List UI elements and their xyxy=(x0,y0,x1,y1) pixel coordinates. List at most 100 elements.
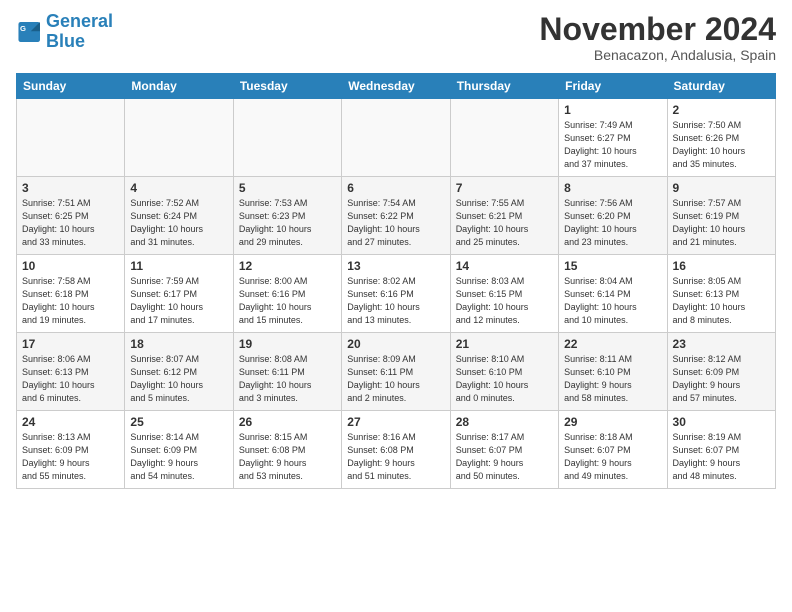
day-number: 21 xyxy=(456,337,553,351)
calendar-cell: 11 Sunrise: 7:59 AMSunset: 6:17 PMDayligh… xyxy=(125,255,233,333)
day-info: Sunrise: 8:02 AMSunset: 6:16 PMDaylight:… xyxy=(347,275,444,327)
week-row-2: 3 Sunrise: 7:51 AMSunset: 6:25 PMDaylight… xyxy=(17,177,776,255)
day-info: Sunrise: 8:10 AMSunset: 6:10 PMDaylight:… xyxy=(456,353,553,405)
day-info: Sunrise: 7:49 AMSunset: 6:27 PMDaylight:… xyxy=(564,119,661,171)
day-number: 28 xyxy=(456,415,553,429)
day-info: Sunrise: 8:07 AMSunset: 6:12 PMDaylight:… xyxy=(130,353,227,405)
day-info: Sunrise: 8:05 AMSunset: 6:13 PMDaylight:… xyxy=(673,275,770,327)
header-monday: Monday xyxy=(125,74,233,99)
week-row-4: 17 Sunrise: 8:06 AMSunset: 6:13 PMDayligh… xyxy=(17,333,776,411)
day-number: 23 xyxy=(673,337,770,351)
day-number: 11 xyxy=(130,259,227,273)
day-number: 24 xyxy=(22,415,119,429)
header-row: SundayMondayTuesdayWednesdayThursdayFrid… xyxy=(17,74,776,99)
day-number: 26 xyxy=(239,415,336,429)
day-info: Sunrise: 8:18 AMSunset: 6:07 PMDaylight:… xyxy=(564,431,661,483)
calendar-cell: 5Sunrise: 7:53 AMSunset: 6:23 PMDaylight… xyxy=(233,177,341,255)
day-info: Sunrise: 7:51 AMSunset: 6:25 PMDaylight:… xyxy=(22,197,119,249)
calendar-cell: 18 Sunrise: 8:07 AMSunset: 6:12 PMDayligh… xyxy=(125,333,233,411)
calendar-cell: 17 Sunrise: 8:06 AMSunset: 6:13 PMDayligh… xyxy=(17,333,125,411)
calendar-cell: 12 Sunrise: 8:00 AMSunset: 6:16 PMDayligh… xyxy=(233,255,341,333)
day-number: 17 xyxy=(22,337,119,351)
logo-icon: G xyxy=(18,22,42,42)
day-info: Sunrise: 8:11 AMSunset: 6:10 PMDaylight:… xyxy=(564,353,661,405)
header-friday: Friday xyxy=(559,74,667,99)
day-info: Sunrise: 8:16 AMSunset: 6:08 PMDaylight:… xyxy=(347,431,444,483)
calendar-cell: 14Sunrise: 8:03 AMSunset: 6:15 PMDayligh… xyxy=(450,255,558,333)
calendar-cell: 30 Sunrise: 8:19 AMSunset: 6:07 PMDayligh… xyxy=(667,411,775,489)
calendar-cell xyxy=(450,99,558,177)
calendar-cell: 22Sunrise: 8:11 AMSunset: 6:10 PMDayligh… xyxy=(559,333,667,411)
calendar-cell: 9Sunrise: 7:57 AMSunset: 6:19 PMDaylight… xyxy=(667,177,775,255)
day-number: 16 xyxy=(673,259,770,273)
logo: G General Blue xyxy=(16,12,113,52)
week-row-5: 24 Sunrise: 8:13 AMSunset: 6:09 PMDayligh… xyxy=(17,411,776,489)
calendar-cell: 13 Sunrise: 8:02 AMSunset: 6:16 PMDayligh… xyxy=(342,255,450,333)
calendar-cell xyxy=(233,99,341,177)
day-number: 13 xyxy=(347,259,444,273)
day-number: 5 xyxy=(239,181,336,195)
day-info: Sunrise: 8:15 AMSunset: 6:08 PMDaylight:… xyxy=(239,431,336,483)
day-info: Sunrise: 7:50 AMSunset: 6:26 PMDaylight:… xyxy=(673,119,770,171)
day-number: 4 xyxy=(130,181,227,195)
calendar-cell: 23 Sunrise: 8:12 AMSunset: 6:09 PMDayligh… xyxy=(667,333,775,411)
calendar-cell: 24 Sunrise: 8:13 AMSunset: 6:09 PMDayligh… xyxy=(17,411,125,489)
day-info: Sunrise: 7:54 AMSunset: 6:22 PMDaylight:… xyxy=(347,197,444,249)
calendar-cell: 19 Sunrise: 8:08 AMSunset: 6:11 PMDayligh… xyxy=(233,333,341,411)
day-info: Sunrise: 8:12 AMSunset: 6:09 PMDaylight:… xyxy=(673,353,770,405)
calendar-table: SundayMondayTuesdayWednesdayThursdayFrid… xyxy=(16,73,776,489)
day-info: Sunrise: 8:09 AMSunset: 6:11 PMDaylight:… xyxy=(347,353,444,405)
calendar-cell: 27 Sunrise: 8:16 AMSunset: 6:08 PMDayligh… xyxy=(342,411,450,489)
header-tuesday: Tuesday xyxy=(233,74,341,99)
day-info: Sunrise: 8:13 AMSunset: 6:09 PMDaylight:… xyxy=(22,431,119,483)
calendar-container: G General Blue November 2024 Benacazon, … xyxy=(0,0,792,497)
calendar-cell: 3 Sunrise: 7:51 AMSunset: 6:25 PMDaylight… xyxy=(17,177,125,255)
day-info: Sunrise: 8:14 AMSunset: 6:09 PMDaylight:… xyxy=(130,431,227,483)
day-number: 6 xyxy=(347,181,444,195)
day-info: Sunrise: 7:55 AMSunset: 6:21 PMDaylight:… xyxy=(456,197,553,249)
day-info: Sunrise: 8:19 AMSunset: 6:07 PMDaylight:… xyxy=(673,431,770,483)
day-number: 3 xyxy=(22,181,119,195)
day-number: 25 xyxy=(130,415,227,429)
day-number: 15 xyxy=(564,259,661,273)
calendar-cell: 4Sunrise: 7:52 AMSunset: 6:24 PMDaylight… xyxy=(125,177,233,255)
day-info: Sunrise: 8:04 AMSunset: 6:14 PMDaylight:… xyxy=(564,275,661,327)
day-info: Sunrise: 7:59 AMSunset: 6:17 PMDaylight:… xyxy=(130,275,227,327)
calendar-cell: 29 Sunrise: 8:18 AMSunset: 6:07 PMDayligh… xyxy=(559,411,667,489)
day-number: 19 xyxy=(239,337,336,351)
calendar-cell: 8Sunrise: 7:56 AMSunset: 6:20 PMDaylight… xyxy=(559,177,667,255)
calendar-cell: 16 Sunrise: 8:05 AMSunset: 6:13 PMDayligh… xyxy=(667,255,775,333)
day-number: 1 xyxy=(564,103,661,117)
day-info: Sunrise: 8:00 AMSunset: 6:16 PMDaylight:… xyxy=(239,275,336,327)
header-wednesday: Wednesday xyxy=(342,74,450,99)
calendar-cell: 28 Sunrise: 8:17 AMSunset: 6:07 PMDayligh… xyxy=(450,411,558,489)
day-info: Sunrise: 8:08 AMSunset: 6:11 PMDaylight:… xyxy=(239,353,336,405)
logo-line2: Blue xyxy=(46,31,85,51)
calendar-cell: 7Sunrise: 7:55 AMSunset: 6:21 PMDaylight… xyxy=(450,177,558,255)
calendar-cell: 6 Sunrise: 7:54 AMSunset: 6:22 PMDaylight… xyxy=(342,177,450,255)
calendar-cell xyxy=(125,99,233,177)
calendar-cell: 15 Sunrise: 8:04 AMSunset: 6:14 PMDayligh… xyxy=(559,255,667,333)
day-number: 29 xyxy=(564,415,661,429)
calendar-cell: 26 Sunrise: 8:15 AMSunset: 6:08 PMDayligh… xyxy=(233,411,341,489)
day-number: 18 xyxy=(130,337,227,351)
calendar-cell: 10Sunrise: 7:58 AMSunset: 6:18 PMDayligh… xyxy=(17,255,125,333)
calendar-cell xyxy=(342,99,450,177)
day-info: Sunrise: 8:06 AMSunset: 6:13 PMDaylight:… xyxy=(22,353,119,405)
header-saturday: Saturday xyxy=(667,74,775,99)
day-number: 9 xyxy=(673,181,770,195)
day-number: 10 xyxy=(22,259,119,273)
header-thursday: Thursday xyxy=(450,74,558,99)
week-row-3: 10Sunrise: 7:58 AMSunset: 6:18 PMDayligh… xyxy=(17,255,776,333)
logo-text: General Blue xyxy=(46,12,113,52)
calendar-cell: 2 Sunrise: 7:50 AMSunset: 6:26 PMDaylight… xyxy=(667,99,775,177)
month-title: November 2024 xyxy=(539,12,776,47)
day-number: 30 xyxy=(673,415,770,429)
day-number: 2 xyxy=(673,103,770,117)
week-row-1: 1 Sunrise: 7:49 AMSunset: 6:27 PMDaylight… xyxy=(17,99,776,177)
day-info: Sunrise: 8:17 AMSunset: 6:07 PMDaylight:… xyxy=(456,431,553,483)
day-number: 20 xyxy=(347,337,444,351)
day-number: 12 xyxy=(239,259,336,273)
day-number: 27 xyxy=(347,415,444,429)
calendar-cell xyxy=(17,99,125,177)
